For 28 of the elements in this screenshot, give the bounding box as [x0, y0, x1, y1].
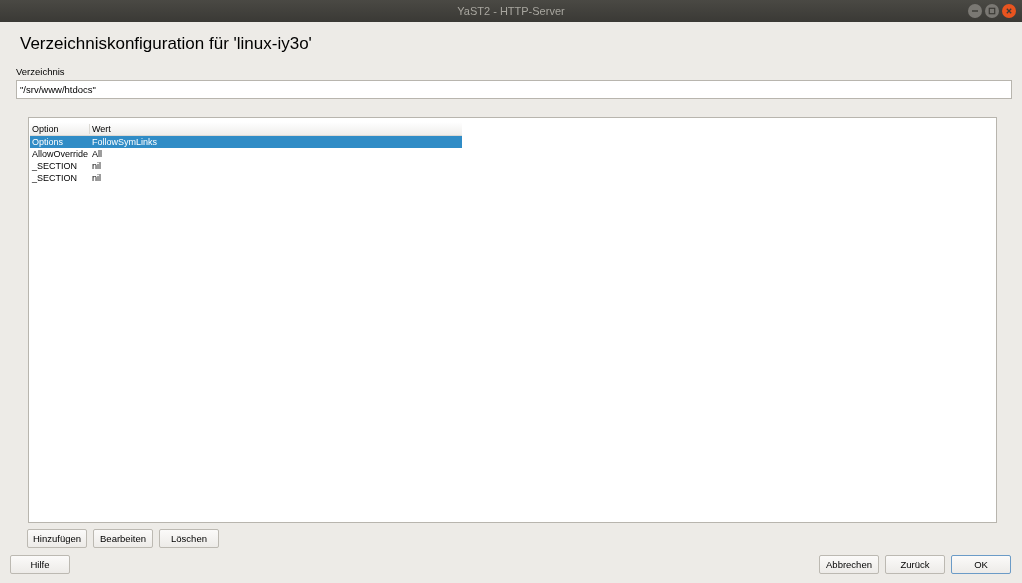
- table-row[interactable]: AllowOverride All: [30, 148, 462, 160]
- column-header[interactable]: Wert: [90, 123, 462, 134]
- dialog-button[interactable]: OK: [951, 555, 1011, 574]
- table-row[interactable]: Options FollowSymLinks: [30, 136, 462, 148]
- dialog-button[interactable]: Zurück: [885, 555, 945, 574]
- table-cell-text: _SECTION: [31, 173, 78, 183]
- field-label: Verzeichnis: [16, 66, 65, 77]
- table-action-button[interactable]: Bearbeiten: [93, 529, 153, 548]
- window-title: YaST2 - HTTP-Server: [457, 5, 565, 17]
- minimize-icon[interactable]: [968, 4, 982, 18]
- table-cell-text: Options: [31, 137, 65, 147]
- maximize-icon[interactable]: [985, 4, 999, 18]
- directory-field[interactable]: "/srv/www/htdocs": [16, 80, 1012, 99]
- table-cell-text: FollowSymLinks: [91, 137, 159, 147]
- close-icon[interactable]: [1002, 4, 1016, 18]
- table-row[interactable]: _SECTION nil: [30, 160, 462, 172]
- dialog-button[interactable]: Abbrechen: [819, 555, 879, 574]
- table-cell-text: nil: [91, 173, 102, 183]
- table-cell-text: All: [91, 149, 103, 159]
- table-cell-text: nil: [91, 161, 102, 171]
- table-cell-text: AllowOverride: [31, 149, 90, 159]
- column-header[interactable]: Option: [30, 123, 90, 134]
- table-action-button[interactable]: Hinzufügen: [27, 529, 87, 548]
- help-button[interactable]: Hilfe: [10, 555, 70, 574]
- table-row[interactable]: _SECTION nil: [30, 172, 462, 184]
- table-action-button[interactable]: Löschen: [159, 529, 219, 548]
- dialog-heading: Verzeichniskonfiguration für 'linux-iy3o': [20, 34, 312, 54]
- table-cell-text: _SECTION: [31, 161, 78, 171]
